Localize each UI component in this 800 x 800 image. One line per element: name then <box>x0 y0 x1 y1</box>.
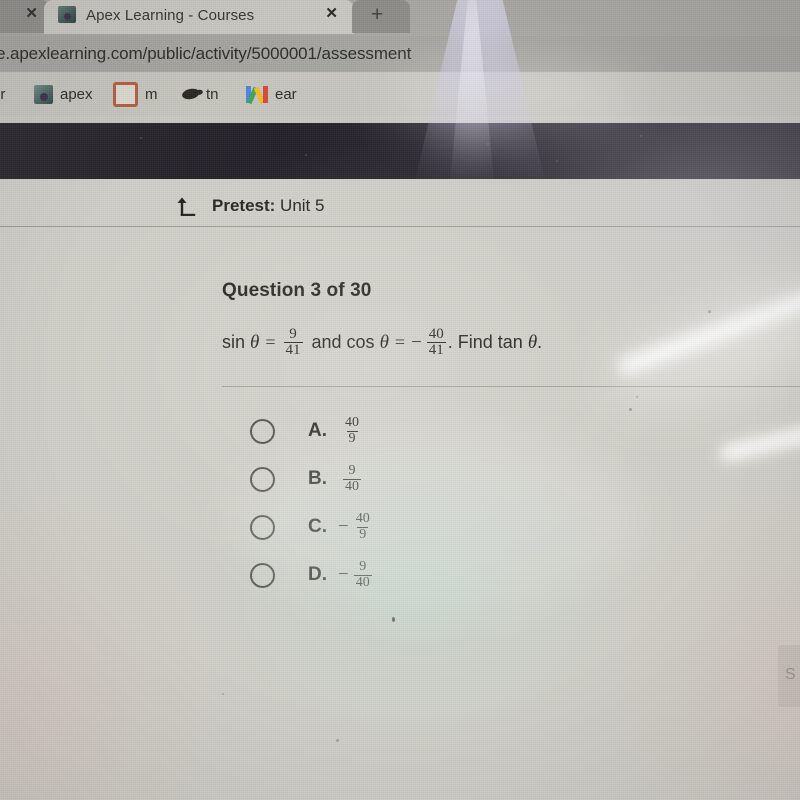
find-tan-label: . Find tan <box>447 332 523 353</box>
option-minus: − <box>338 516 349 537</box>
theta-symbol-2: θ <box>379 331 389 353</box>
apex-favicon-icon <box>58 6 76 23</box>
fraction-denominator: 9 <box>346 430 358 446</box>
bookmark-item-m[interactable]: m <box>113 81 158 107</box>
minus-sign: − <box>411 331 422 353</box>
answer-option-d[interactable]: D. − 9 40 <box>250 558 374 592</box>
fraction-cos-value: 40 41 <box>426 326 446 359</box>
theta-symbol-3: θ <box>527 331 538 353</box>
equals-sign-2: = <box>394 332 406 353</box>
option-fraction: 9 40 <box>343 463 361 494</box>
option-minus: − <box>338 564 349 585</box>
orange-square-icon <box>113 81 138 107</box>
pretest-title-unit: Unit 5 <box>280 196 325 215</box>
option-letter: B. <box>308 468 327 489</box>
bookmark-label: m <box>145 85 158 103</box>
fraction-denominator: 40 <box>353 574 372 590</box>
bookmark-label: ear <box>275 85 297 103</box>
bookmark-item-ear[interactable]: ear <box>246 82 297 106</box>
option-value: − 40 9 <box>338 511 374 542</box>
fraction-denominator: 9 <box>357 526 369 542</box>
return-arrow-icon[interactable] <box>176 196 198 216</box>
bookmark-item-apex[interactable]: apex <box>34 82 93 106</box>
url-text: e.apexlearning.com/public/activity/50000… <box>0 44 412 63</box>
radio-button-c[interactable] <box>250 514 275 540</box>
pretest-title: Pretest: Unit 5 <box>212 196 324 216</box>
fraction-numerator: 9 <box>348 463 356 479</box>
dark-blob-icon <box>181 87 200 101</box>
question-number: Question 3 of 30 <box>222 280 372 301</box>
new-tab-button[interactable]: + <box>352 0 410 33</box>
site-navbar <box>0 123 800 179</box>
bookmark-label: or <box>0 85 6 103</box>
option-value: 40 9 <box>338 415 363 446</box>
fraction-sin-value: 9 41 <box>283 326 303 359</box>
answer-option-a[interactable]: A. 40 9 <box>250 414 363 448</box>
pretest-header: Pretest: Unit 5 <box>0 184 800 230</box>
bookmark-label: tn <box>206 85 219 103</box>
fraction-denominator: 41 <box>426 342 446 359</box>
answer-option-b[interactable]: B. 9 40 <box>250 462 363 496</box>
answer-option-c[interactable]: C. − 40 9 <box>250 510 374 544</box>
pretest-title-bold: Pretest: <box>212 196 276 215</box>
tab-title: Apex Learning - Courses <box>86 7 255 24</box>
browser-tab-strip: ✕ Apex Learning - Courses ✕ + <box>0 0 800 36</box>
plus-icon: + <box>371 3 384 26</box>
and-cos-label: and cos <box>311 332 375 353</box>
fraction-numerator: 9 <box>359 559 367 575</box>
assessment-page: Pretest: Unit 5 Question 3 of 30 sin θ =… <box>0 179 800 800</box>
option-letter: A. <box>308 420 327 441</box>
question-text: sin θ = 9 41 and cos θ = − 40 41 . Find … <box>222 326 543 359</box>
option-letter: C. <box>308 516 327 537</box>
apex-icon <box>34 84 53 104</box>
submit-button-partial[interactable]: S <box>778 645 800 707</box>
tab-close-icon[interactable]: ✕ <box>325 6 338 22</box>
bookmark-item-tn[interactable]: tn <box>181 82 219 106</box>
option-fraction: 40 9 <box>354 511 372 542</box>
fraction-numerator: 40 <box>345 415 359 431</box>
radio-button-a[interactable] <box>250 418 275 444</box>
option-value: − 9 40 <box>338 559 374 590</box>
bookmark-item-or[interactable]: or <box>0 82 5 106</box>
bookmark-label: apex <box>60 85 93 103</box>
fraction-denominator: 41 <box>283 342 303 359</box>
radio-button-d[interactable] <box>250 562 275 588</box>
option-value: 9 40 <box>338 463 363 494</box>
radio-button-b[interactable] <box>250 466 275 492</box>
browser-url-bar[interactable]: e.apexlearning.com/public/activity/50000… <box>0 36 800 72</box>
fraction-denominator: 40 <box>343 478 361 494</box>
photographed-screen: ✕ Apex Learning - Courses ✕ + e.apexlear… <box>0 0 800 800</box>
header-divider <box>0 226 800 227</box>
gmail-icon <box>246 85 268 104</box>
theta-symbol: θ <box>250 331 260 353</box>
option-fraction: 40 9 <box>343 415 361 446</box>
equals-sign: = <box>265 332 276 353</box>
browser-tab-active[interactable]: Apex Learning - Courses ✕ <box>44 0 354 34</box>
browser-bookmarks-bar: or apex m tn ear <box>0 72 800 116</box>
fraction-numerator: 40 <box>428 326 444 342</box>
fraction-numerator: 40 <box>355 511 370 527</box>
submit-button-label: S <box>785 666 796 683</box>
tab-close-icon[interactable]: ✕ <box>25 6 38 22</box>
option-fraction: 9 40 <box>353 559 372 590</box>
question-divider <box>222 386 800 387</box>
fraction-numerator: 9 <box>289 326 297 342</box>
period: . <box>537 332 543 353</box>
browser-tab-partial[interactable]: ✕ <box>0 0 50 33</box>
sin-label: sin <box>222 332 246 353</box>
option-letter: D. <box>308 564 327 585</box>
